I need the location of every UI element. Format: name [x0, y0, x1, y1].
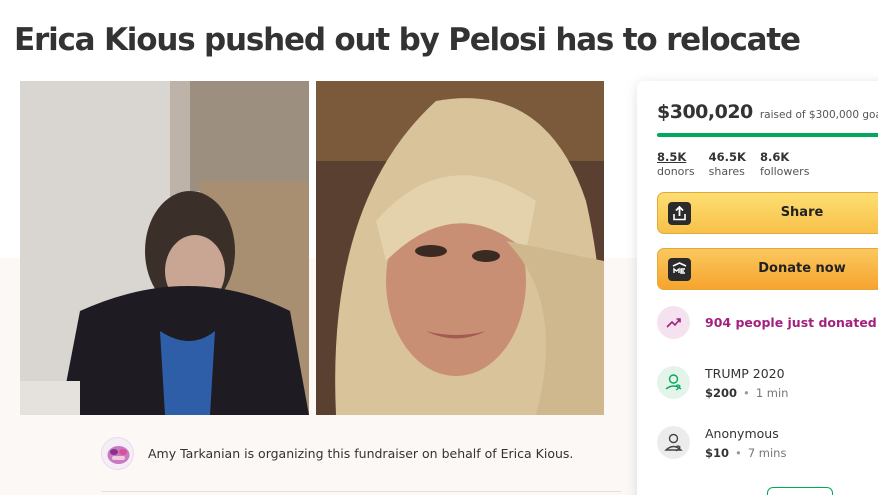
stat-donors[interactable]: 8.5K donors — [657, 150, 695, 178]
donation-amount: $200 — [705, 386, 738, 400]
donate-button-label: Donate now — [758, 261, 846, 276]
hand-heart-icon — [657, 366, 690, 399]
stats-row: 8.5K donors 46.5K shares 8.6K followers — [657, 150, 809, 178]
stat-followers: 8.6K followers — [760, 150, 809, 178]
avatar-icon — [107, 446, 130, 464]
portrait-photo-image — [316, 81, 604, 415]
donor-name: TRUMP 2020 — [705, 366, 785, 381]
raised-amount: $300,020 — [657, 101, 753, 123]
stat-followers-label: followers — [759, 165, 810, 178]
user-heart-icon — [657, 426, 690, 459]
organizer-row: Amy Tarkanian is organizing this fundrai… — [101, 437, 621, 471]
goal-text: raised of $300,000 goal — [759, 109, 878, 121]
donate-now-button[interactable]: Donate now — [657, 248, 878, 290]
donation-sidebar-card: $300,020 raised of $300,000 goal 8.5K do… — [637, 81, 878, 495]
progress-bar — [657, 133, 878, 137]
stat-donors-label: donors — [657, 165, 695, 178]
organizer-avatar[interactable] — [101, 437, 134, 470]
donation-item: TRUMP 2020 $200 • 1 min — [657, 366, 878, 410]
stat-shares-value: 46.5K — [708, 150, 746, 164]
share-button-label: Share — [780, 205, 824, 220]
stat-followers-value: 8.6K — [759, 150, 790, 164]
campaign-photo-right[interactable] — [316, 81, 604, 415]
organizer-text: Amy Tarkanian is organizing this fundrai… — [148, 446, 574, 461]
donation-item: Anonymous $10 • 7 mins — [657, 426, 878, 470]
recent-donations-trend: 904 people just donated — [657, 306, 878, 350]
campaign-title: Erica Kious pushed out by Pelosi has to … — [14, 22, 801, 58]
donation-meta: $10 • 7 mins — [705, 446, 787, 460]
campaign-photo-left[interactable] — [20, 81, 309, 415]
stat-donors-value: 8.5K — [657, 150, 687, 164]
stat-shares-label: shares — [708, 165, 745, 178]
donor-name: Anonymous — [705, 426, 779, 441]
share-button[interactable]: Share — [657, 192, 878, 234]
donation-meta: $200 • 1 min — [705, 386, 789, 400]
trend-text: 904 people just donated — [705, 315, 877, 330]
see-all-button[interactable] — [767, 487, 833, 495]
organizer-divider — [101, 491, 621, 492]
amount-raised: $300,020 raised of $300,000 goal — [657, 101, 878, 123]
surveillance-photo-image — [20, 81, 309, 415]
donation-time: 7 mins — [747, 446, 787, 460]
progress-fill — [657, 133, 878, 137]
donation-time: 1 min — [755, 386, 789, 400]
stat-shares: 46.5K shares — [709, 150, 746, 178]
donation-amount: $10 — [705, 446, 730, 460]
trending-up-icon — [657, 306, 690, 339]
